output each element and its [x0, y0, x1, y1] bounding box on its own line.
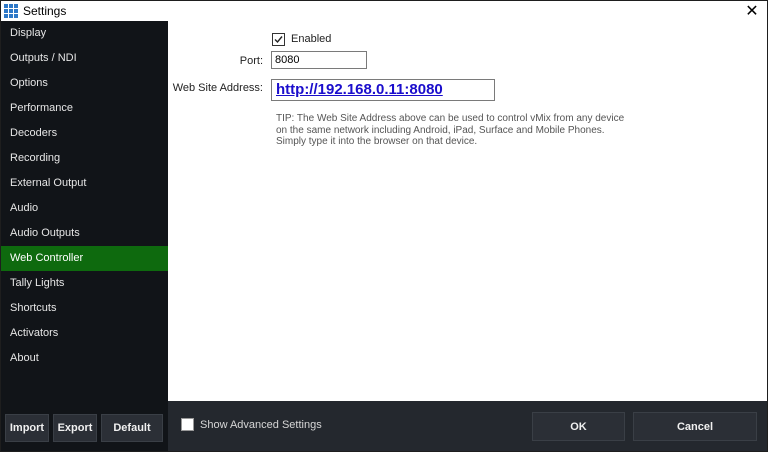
- web-address-box: http://192.168.0.11:8080: [271, 79, 495, 101]
- advanced-settings-toggle[interactable]: Show Advanced Settings: [181, 418, 322, 431]
- sidebar-item-about[interactable]: About: [1, 346, 168, 371]
- port-label: Port:: [239, 55, 263, 67]
- close-icon: ✕: [745, 3, 759, 20]
- sidebar: Display Outputs / NDI Options Performanc…: [1, 21, 168, 401]
- import-button[interactable]: Import: [5, 414, 49, 442]
- sidebar-item-activators[interactable]: Activators: [1, 321, 168, 346]
- web-address-link[interactable]: http://192.168.0.11:8080: [276, 81, 443, 98]
- sidebar-item-display[interactable]: Display: [1, 21, 168, 46]
- title-bar: Settings ✕: [1, 1, 767, 21]
- app-grid-icon: [4, 4, 18, 18]
- tip-line: on the same network including Android, i…: [276, 124, 605, 136]
- close-button[interactable]: ✕: [737, 1, 767, 21]
- sidebar-item-web-controller[interactable]: Web Controller: [1, 246, 168, 271]
- sidebar-item-shortcuts[interactable]: Shortcuts: [1, 296, 168, 321]
- export-button[interactable]: Export: [53, 414, 97, 442]
- tip-line: Simply type it into the browser on that …: [276, 136, 478, 147]
- ok-button[interactable]: OK: [532, 412, 625, 441]
- sidebar-item-outputs-ndi[interactable]: Outputs / NDI: [1, 46, 168, 71]
- enabled-label: Enabled: [291, 33, 332, 45]
- port-input[interactable]: [271, 51, 367, 69]
- sidebar-item-audio-outputs[interactable]: Audio Outputs: [1, 221, 168, 246]
- sidebar-item-audio[interactable]: Audio: [1, 196, 168, 221]
- checkmark-icon: [274, 35, 283, 43]
- sidebar-item-tally-lights[interactable]: Tally Lights: [1, 271, 168, 296]
- settings-window: Settings ✕ Display Outputs / NDI Options…: [0, 0, 768, 452]
- cancel-button[interactable]: Cancel: [633, 412, 757, 441]
- advanced-settings-label: Show Advanced Settings: [200, 418, 322, 431]
- sidebar-footer: Import Export Default: [1, 401, 168, 451]
- web-controller-panel: Enabled Port: Web Site Address: http://1…: [168, 21, 767, 401]
- enabled-checkbox[interactable]: [272, 32, 285, 46]
- advanced-settings-checkbox[interactable]: [181, 418, 194, 431]
- sidebar-item-performance[interactable]: Performance: [1, 96, 168, 121]
- tip-text: TIP: The Web Site Address above can be u…: [276, 113, 676, 148]
- sidebar-item-external-output[interactable]: External Output: [1, 171, 168, 196]
- sidebar-item-decoders[interactable]: Decoders: [1, 121, 168, 146]
- default-button[interactable]: Default: [101, 414, 163, 442]
- enabled-row: Enabled: [272, 32, 331, 46]
- window-title: Settings: [23, 4, 67, 18]
- web-address-label: Web Site Address:: [172, 82, 263, 94]
- dialog-footer: Show Advanced Settings OK Cancel: [168, 401, 767, 451]
- sidebar-item-options[interactable]: Options: [1, 71, 168, 96]
- sidebar-item-recording[interactable]: Recording: [1, 146, 168, 171]
- tip-line: TIP: The Web Site Address above can be u…: [276, 113, 625, 124]
